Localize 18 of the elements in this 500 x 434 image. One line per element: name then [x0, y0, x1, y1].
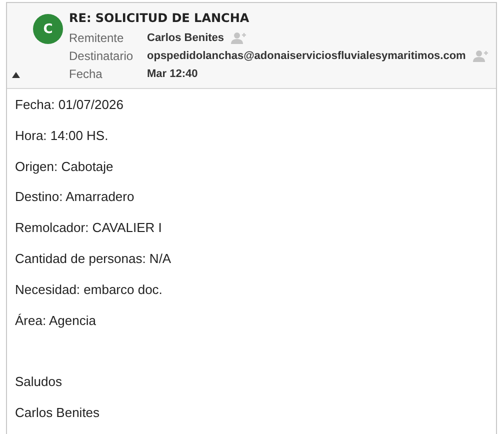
message-line: Hora: 14:00 HS. — [15, 128, 110, 145]
message-line: Remolcador: CAVALIER I — [15, 220, 163, 238]
field-value: Mar 12:40 — [147, 68, 198, 80]
message-line: Área: Agencia — [15, 312, 97, 330]
signature-line: Saludos — [15, 374, 63, 392]
field-value: Carlos Benites — [147, 32, 224, 44]
field-label: Fecha — [69, 67, 104, 81]
message-line: Necesidad: embarco doc. — [15, 282, 164, 299]
message-line: Fecha: 01/07/2026 — [15, 97, 124, 114]
field-label: Destinatario — [69, 49, 134, 63]
message-line: Destino: Amarradero — [15, 189, 136, 206]
message-subject: RE: SOLICITUD DE LANCHA — [69, 11, 250, 25]
field-value: opspedidolanchas@adonaiserviciosfluvialesymaritimos.com — [147, 50, 466, 62]
sender-avatar: C — [33, 14, 63, 44]
message-line: Cantidad de personas: N/A — [15, 250, 172, 268]
message-line: Origen: Cabotaje — [15, 158, 114, 176]
signature-line: Carlos Benites — [15, 405, 101, 422]
field-label: Remitente — [69, 31, 125, 45]
